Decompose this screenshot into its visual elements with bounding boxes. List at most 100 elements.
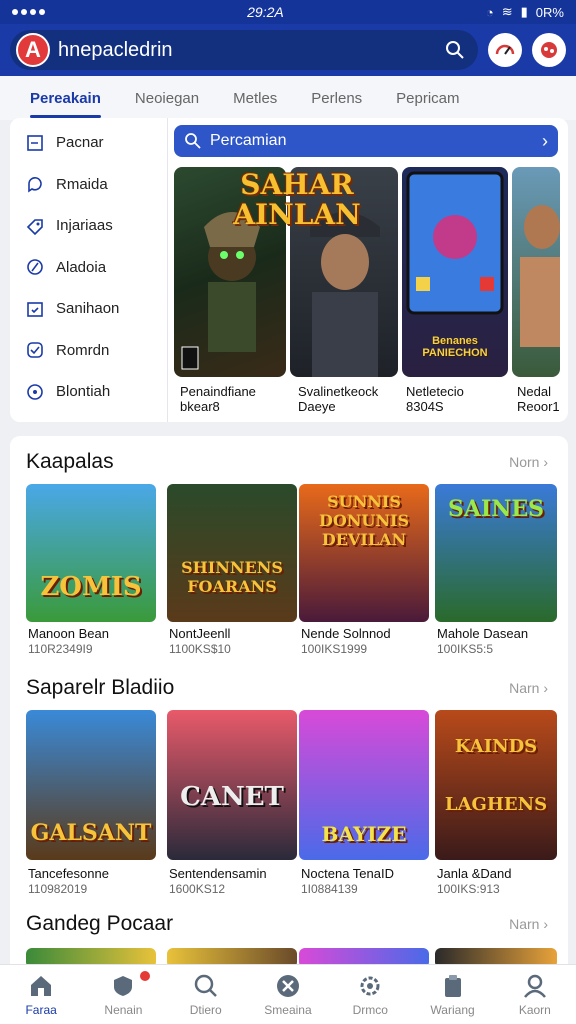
card-title: Nende Solnnod (301, 626, 391, 641)
gear-icon (360, 976, 380, 995)
featured-caption-1: Svalinetkeock Daeye (298, 384, 379, 414)
tab-1[interactable]: Neoiegan (135, 76, 199, 120)
nav-label: Wariang (430, 1002, 475, 1017)
app-search-bar[interactable]: A hnepacledrin (10, 30, 478, 70)
section-more-link[interactable]: Narn › (509, 916, 548, 932)
card-art-title: BAYIZE (321, 822, 407, 846)
card-art-title: SHINNENS FOARANS (181, 558, 283, 596)
nav-label: Drmco (352, 1002, 388, 1017)
sidebar-item-4[interactable]: Sanihaon (10, 288, 167, 330)
card-art-title: SUNNIS DONUNIS DEVILAN (318, 492, 410, 549)
nav-label: Smeaina (264, 1002, 312, 1017)
info-icon (27, 383, 43, 400)
nav-item-gear[interactable]: Drmco (329, 965, 411, 1024)
nav-item-close[interactable]: Smeaina (247, 965, 329, 1024)
card-subtitle: 1600KS12 (169, 882, 226, 896)
section-more-link[interactable]: Narn › (509, 680, 548, 696)
nav-item-home[interactable]: Faraa (0, 965, 82, 1024)
status-time: 29:2A (247, 4, 284, 20)
card-title: Manoon Bean (28, 626, 109, 641)
check-icon (27, 342, 43, 359)
app-title: hnepacledrin (58, 38, 173, 61)
card-title: Tancefesonne (28, 866, 109, 881)
sidebar-item-1[interactable]: Rmaida (10, 164, 167, 206)
app-bar: A hnepacledrin (0, 24, 576, 76)
card-subtitle: 1I0884139 (301, 882, 358, 896)
featured-card-2[interactable]: Benanes PANIECHON (402, 167, 508, 377)
sidebar-item-label: Rmaida (56, 175, 108, 193)
game-controller-icon[interactable] (532, 33, 566, 67)
sidebar-item-label: Sanihaon (56, 300, 120, 318)
featured-caption-0: Penaindfiane bkear8 (180, 384, 256, 414)
notification-dots (12, 9, 45, 15)
game-card[interactable]: SAINES (435, 484, 557, 622)
nav-item-shield[interactable]: Nenain (82, 965, 164, 1024)
card-subtitle: 110R2349I9 (28, 642, 93, 656)
tab-4[interactable]: Pepricam (396, 76, 459, 120)
shield-icon (114, 975, 133, 996)
featured-caption-3: Nedal Reoor1 (517, 384, 560, 414)
sidebar-item-5[interactable]: Romrdn (10, 330, 167, 372)
section-title: Saparelr Bladiio (26, 676, 175, 699)
featured-banner-title: SAHAR AINLAN (233, 168, 361, 231)
chat-icon (28, 177, 42, 193)
featured-search-text: Percamian (210, 132, 287, 149)
clipboard-icon (444, 974, 461, 997)
alarm-icon: ◔ (485, 4, 494, 20)
tab-3[interactable]: Perlens (311, 76, 362, 120)
nav-item-search[interactable]: Dtiero (165, 965, 247, 1024)
nav-item-profile[interactable]: Kaorn (494, 965, 576, 1024)
nav-item-clipboard[interactable]: Wariang (411, 965, 493, 1024)
card-title: Janla &Dand (437, 866, 512, 881)
sidebar-item-2[interactable]: Injariaas (10, 205, 167, 247)
game-card[interactable]: CANET (167, 710, 297, 860)
close-circle-icon (276, 974, 299, 997)
sidebar-item-label: Blontiah (56, 383, 111, 401)
top-tabs: Pereakain Neoiegan Metles Perlens Pepric… (0, 76, 576, 120)
card-art-title: GALSANT (30, 820, 152, 846)
section-title: Kaapalas (26, 450, 114, 473)
game-card[interactable]: GALSANT (26, 710, 156, 860)
tab-2[interactable]: Metles (233, 76, 277, 120)
battery-level: 0R% (535, 4, 564, 20)
bottom-navigation: Faraa Nenain Dtiero Smeaina Drmco Warian… (0, 964, 576, 1024)
speed-icon[interactable] (488, 33, 522, 67)
calendar-icon (27, 301, 43, 317)
card-art-title: ZOMIS (40, 572, 142, 602)
sidebar-menu: Pacnar Rmaida Injariaas Aladoia Sanihaon… (10, 118, 168, 422)
game-card[interactable]: KAINDS LAGHENS (435, 710, 557, 860)
tag-icon (26, 218, 43, 235)
chevron-right-icon: › (542, 130, 548, 151)
game-card[interactable]: SHINNENS FOARANS (167, 484, 297, 622)
tab-0[interactable]: Pereakain (30, 76, 101, 120)
status-bar: 29:2A ◔ ≋ ▮ 0R% (0, 0, 576, 24)
game-card[interactable]: BAYIZE (299, 710, 429, 860)
game-card[interactable]: SUNNIS DONUNIS DEVILAN (299, 484, 429, 622)
game-card[interactable]: ZOMIS (26, 484, 156, 622)
sidebar-item-0[interactable]: Pacnar (10, 122, 167, 164)
featured-card-3[interactable] (512, 167, 560, 377)
sidebar-item-6[interactable]: Blontiah (10, 371, 167, 413)
hero-character-art (520, 205, 560, 347)
home-icon (31, 975, 52, 996)
sidebar-item-3[interactable]: Aladoia (10, 247, 167, 289)
compass-icon (27, 259, 43, 276)
sidebar-item-label: Romrdn (56, 341, 110, 359)
search-icon (185, 133, 201, 149)
wifi-icon: ≋ (501, 4, 513, 19)
nav-label: Dtiero (189, 1002, 222, 1017)
sidebar-item-label: Pacnar (56, 134, 104, 152)
card-art-title: KAINDS LAGHENS (444, 736, 548, 815)
card-subtitle: 100IKS:913 (437, 882, 500, 896)
card-title: Noctena TenaID (301, 866, 394, 881)
nav-label: Faraa (25, 1002, 57, 1017)
search-icon[interactable] (438, 33, 472, 67)
nav-label: Nenain (104, 1002, 143, 1017)
profile-icon (523, 974, 546, 998)
status-icons: ◔ ≋ ▮ 0R% (486, 4, 564, 20)
section-more-link[interactable]: Norn › (509, 454, 548, 470)
section-kaapalas: Kaapalas Norn › ZOMIS SHINNENS FOARANS S… (10, 436, 568, 666)
featured-search-bar[interactable]: Percamian › (174, 125, 558, 157)
card-title: NontJeenll (169, 626, 231, 641)
sidebar-item-label: Injariaas (56, 217, 113, 235)
